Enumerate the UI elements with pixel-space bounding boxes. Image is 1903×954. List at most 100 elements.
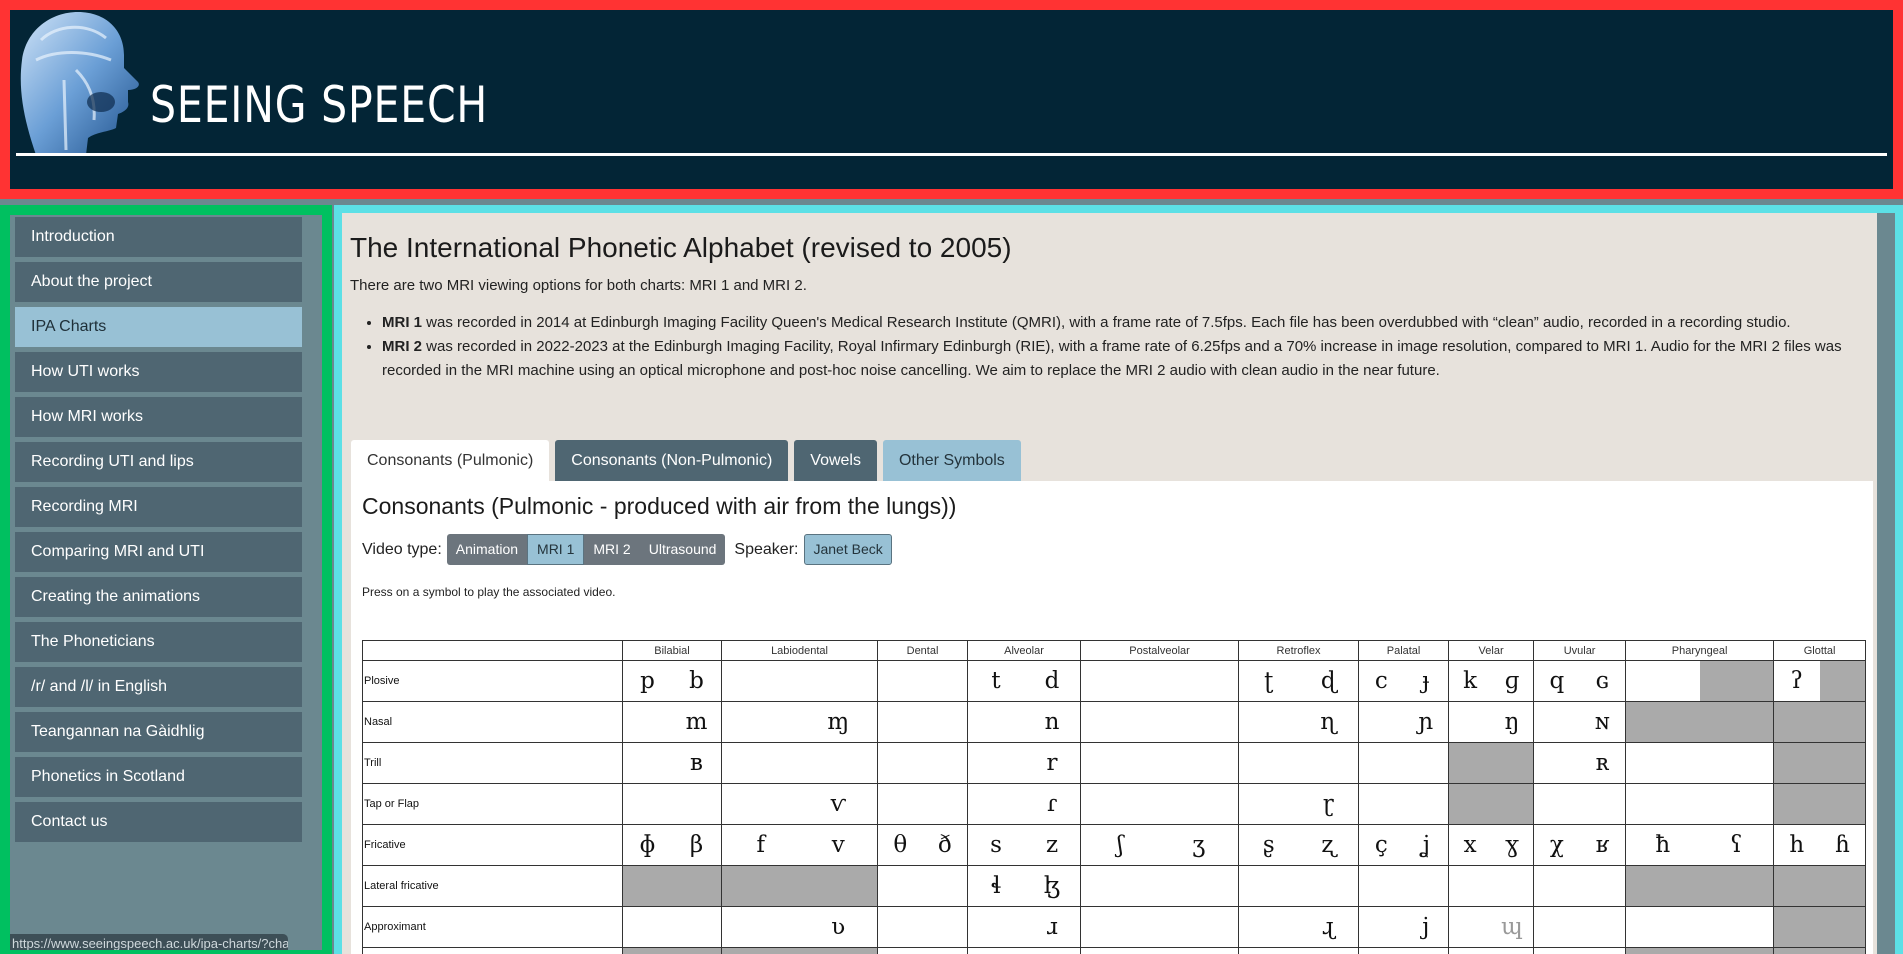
ipa-symbol[interactable]: q xyxy=(1533,660,1580,702)
ipa-symbol[interactable]: ʋ xyxy=(799,906,879,948)
impossible-cell xyxy=(1625,947,1700,954)
ipa-symbol[interactable]: ʂ xyxy=(1238,824,1299,866)
sidebar-item-ipa-charts[interactable]: IPA Charts xyxy=(15,307,302,347)
ipa-symbol[interactable]: ʔ xyxy=(1773,660,1820,702)
ipa-symbol[interactable]: c xyxy=(1358,660,1404,702)
empty-cell xyxy=(877,906,923,948)
ipa-symbol[interactable]: r xyxy=(1024,742,1082,784)
empty-cell xyxy=(1403,865,1450,907)
ipa-symbol[interactable]: ʐ xyxy=(1298,824,1360,866)
ipa-symbol[interactable]: ɰ xyxy=(1491,906,1535,948)
video-type-mri2-button[interactable]: MRI 2 xyxy=(584,534,639,565)
ipa-symbol[interactable]: k xyxy=(1448,660,1492,702)
bullet-text: was recorded in 2014 at Edinburgh Imagin… xyxy=(422,314,1791,331)
ipa-symbol[interactable]: ɟ xyxy=(1403,660,1450,702)
empty-cell xyxy=(877,701,923,743)
sidebar-item-comparing-mri-and-uti[interactable]: Comparing MRI and UTI xyxy=(15,532,302,572)
sidebar-item-about-the-project[interactable]: About the project xyxy=(15,262,302,302)
speaker-button[interactable]: Janet Beck xyxy=(804,534,892,565)
ipa-symbol[interactable]: θ xyxy=(877,824,923,866)
ipa-symbol[interactable]: ʈ xyxy=(1238,660,1299,702)
tab-consonants-pulmonic[interactable]: Consonants (Pulmonic) xyxy=(351,440,550,481)
ipa-symbol[interactable]: ɽ xyxy=(1298,783,1360,825)
ipa-symbol[interactable]: s xyxy=(967,824,1025,866)
ipa-symbol[interactable]: ç xyxy=(1358,824,1404,866)
column-header: Postalveolar xyxy=(1080,640,1240,661)
column-header: Uvular xyxy=(1533,640,1627,661)
video-type-ultrasound-button[interactable]: Ultrasound xyxy=(640,534,726,565)
video-type-animation-button[interactable]: Animation xyxy=(447,534,527,565)
ipa-symbol[interactable]: ɮ xyxy=(1024,865,1082,907)
ipa-symbol[interactable]: ɦ xyxy=(1819,824,1867,866)
sidebar-item-phonetics-in-scotland[interactable]: Phonetics in Scotland xyxy=(15,757,302,797)
ipa-symbol[interactable]: ʝ xyxy=(1403,824,1450,866)
ipa-symbol[interactable]: m xyxy=(672,701,722,743)
sidebar-item-introduction[interactable]: Introduction xyxy=(15,217,302,257)
ipa-symbol[interactable]: ɹ xyxy=(1024,906,1082,948)
ipa-symbol[interactable]: ð xyxy=(922,824,969,866)
ipa-symbol[interactable]: ɴ xyxy=(1579,701,1627,743)
empty-cell xyxy=(967,947,1025,954)
scrollbar[interactable] xyxy=(1877,213,1891,954)
ipa-symbol[interactable]: ʀ xyxy=(1579,742,1627,784)
sidebar-item-how-mri-works[interactable]: How MRI works xyxy=(15,397,302,437)
ipa-symbol[interactable]: ŋ xyxy=(1491,701,1535,743)
tab-vowels[interactable]: Vowels xyxy=(794,440,877,481)
ipa-symbol[interactable]: h xyxy=(1773,824,1820,866)
ipa-symbol[interactable]: ʃ xyxy=(1080,824,1160,866)
ipa-symbol[interactable]: p xyxy=(622,660,672,702)
impossible-cell xyxy=(1699,865,1775,907)
empty-cell xyxy=(922,660,969,702)
empty-cell xyxy=(967,906,1025,948)
ipa-symbol[interactable]: f xyxy=(721,824,800,866)
ipa-symbol[interactable]: ɳ xyxy=(1298,701,1360,743)
empty-cell xyxy=(1625,783,1700,825)
ipa-symbol[interactable]: ɖ xyxy=(1298,660,1360,702)
empty-cell xyxy=(1159,701,1240,743)
site-title[interactable]: SEEING SPEECH xyxy=(150,76,488,134)
sidebar-item-creating-the-animations[interactable]: Creating the animations xyxy=(15,577,302,617)
sidebar-item-contact-us[interactable]: Contact us xyxy=(15,802,302,842)
video-type-mri1-button[interactable]: MRI 1 xyxy=(527,534,585,565)
ipa-symbol[interactable]: ʙ xyxy=(672,742,722,784)
ipa-symbol[interactable]: ɱ xyxy=(799,701,879,743)
ipa-symbol[interactable]: ɡ xyxy=(1491,660,1535,702)
ipa-symbol[interactable]: ɻ xyxy=(1298,906,1360,948)
sidebar-item-teangannan-na-g-idhlig[interactable]: Teangannan na Gàidhlig xyxy=(15,712,302,752)
sidebar-item-how-uti-works[interactable]: How UTI works xyxy=(15,352,302,392)
ipa-symbol[interactable]: v xyxy=(799,824,879,866)
sidebar-item-r-and-l-in-english[interactable]: /r/ and /l/ in English xyxy=(15,667,302,707)
ipa-symbol[interactable]: χ xyxy=(1533,824,1580,866)
ipa-symbol[interactable]: ⱱ xyxy=(799,783,879,825)
ipa-symbol[interactable]: ħ xyxy=(1625,824,1700,866)
ipa-symbol[interactable]: ɣ xyxy=(1491,824,1535,866)
ipa-symbol[interactable]: j xyxy=(1403,906,1450,948)
ipa-symbol[interactable]: t xyxy=(967,660,1025,702)
tab-consonants-non-pulmonic[interactable]: Consonants (Non-Pulmonic) xyxy=(555,440,789,481)
ipa-symbol[interactable]: x xyxy=(1448,824,1492,866)
empty-cell xyxy=(967,742,1025,784)
ipa-symbol[interactable]: ɬ xyxy=(967,865,1025,907)
ipa-symbol[interactable]: n xyxy=(1024,701,1082,743)
ipa-symbol[interactable]: z xyxy=(1024,824,1082,866)
sidebar-item-recording-mri[interactable]: Recording MRI xyxy=(15,487,302,527)
impossible-cell xyxy=(622,865,672,907)
ipa-symbol[interactable]: ɢ xyxy=(1579,660,1627,702)
ipa-symbol[interactable]: ʒ xyxy=(1159,824,1240,866)
empty-cell xyxy=(622,906,672,948)
tab-other-symbols[interactable]: Other Symbols xyxy=(882,440,1021,481)
ipa-symbol[interactable]: ʁ xyxy=(1579,824,1627,866)
ipa-symbol[interactable]: b xyxy=(672,660,722,702)
ipa-symbol[interactable]: ʕ xyxy=(1699,824,1775,866)
empty-cell xyxy=(721,783,800,825)
sidebar-item-the-phoneticians[interactable]: The Phoneticians xyxy=(15,622,302,662)
ipa-symbol[interactable]: ɾ xyxy=(1024,783,1082,825)
mri-head-logo[interactable] xyxy=(16,10,146,155)
impossible-cell xyxy=(1491,783,1535,825)
ipa-symbol[interactable]: ɲ xyxy=(1403,701,1450,743)
table-row: Approximant ʋ ɹ ɻ j ɰ xyxy=(362,906,1867,948)
sidebar-item-recording-uti-and-lips[interactable]: Recording UTI and lips xyxy=(15,442,302,482)
ipa-symbol[interactable]: d xyxy=(1024,660,1082,702)
ipa-symbol[interactable]: β xyxy=(672,824,722,866)
ipa-symbol[interactable]: ɸ xyxy=(622,824,672,866)
